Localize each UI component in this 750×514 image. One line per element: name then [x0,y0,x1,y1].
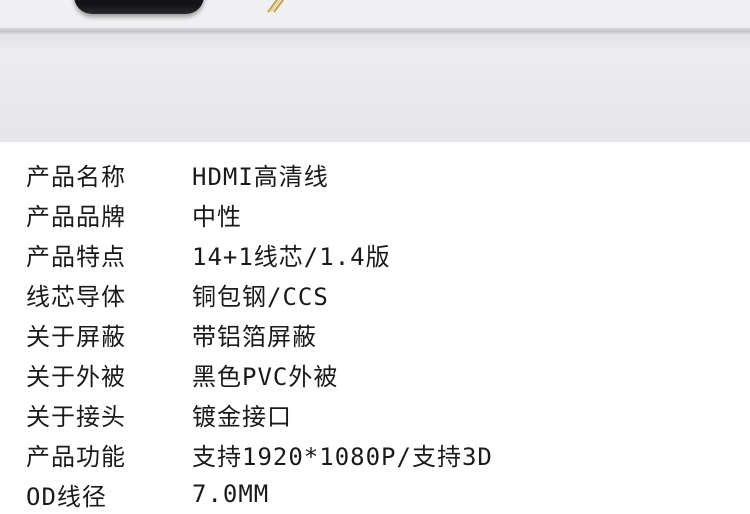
spec-row-connector: 关于接头 镀金接口 [26,394,493,434]
spec-row-shielding: 关于屏蔽 带铝箔屏蔽 [26,314,493,354]
spec-value: HDMI高清线 [192,162,329,191]
spec-value: 黑色PVC外被 [192,362,339,391]
spec-label: 产品名称 [26,162,126,191]
shelf-shadow [0,34,750,52]
cable-tip-image [267,0,285,13]
spec-value: 带铝箔屏蔽 [192,322,317,351]
spec-label: 线芯导体 [26,282,126,311]
spec-label: 关于屏蔽 [26,322,126,351]
product-photo [0,0,750,142]
spec-label: 关于外被 [26,362,126,391]
spec-value: 镀金接口 [192,402,292,431]
spec-row-brand: 产品品牌 中性 [26,194,493,234]
spec-row-features: 产品特点 14+1线芯/1.4版 [26,234,493,274]
spec-value: 支持1920*1080P/支持3D [192,442,493,471]
spec-label: 产品品牌 [26,202,126,231]
device-image [74,0,204,14]
spec-row-diameter: OD线径 7.0MM [26,474,493,514]
spec-list: 产品名称 HDMI高清线 产品品牌 中性 产品特点 14+1线芯/1.4版 线芯… [26,154,493,514]
spec-row-function: 产品功能 支持1920*1080P/支持3D [26,434,493,474]
spec-label: 产品特点 [26,242,126,271]
spec-row-jacket: 关于外被 黑色PVC外被 [26,354,493,394]
spec-value: 中性 [192,202,242,231]
spec-label: 产品功能 [26,442,126,471]
spec-value: 14+1线芯/1.4版 [192,242,391,271]
spec-row-name: 产品名称 HDMI高清线 [26,154,493,194]
spec-value: 7.0MM [192,480,270,508]
spec-value: 铜包钢/CCS [192,282,329,311]
spec-label: 关于接头 [26,402,126,431]
spec-label: OD线径 [26,482,107,511]
spec-row-conductor: 线芯导体 铜包钢/CCS [26,274,493,314]
